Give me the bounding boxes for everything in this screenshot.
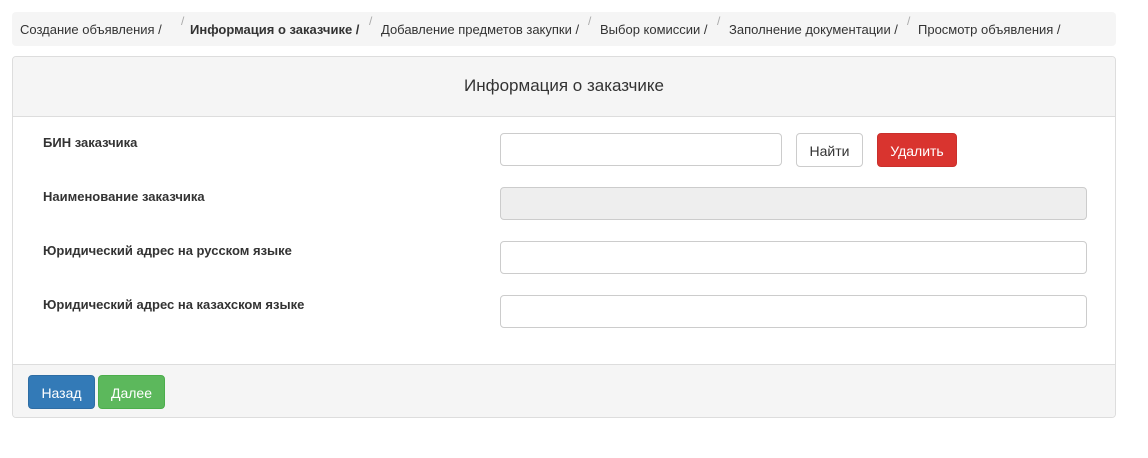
bin-label: БИН заказчика — [43, 135, 138, 150]
address-kz-label: Юридический адрес на казахском языке — [43, 297, 305, 312]
back-button[interactable]: Назад — [28, 375, 95, 409]
find-button[interactable]: Найти — [796, 133, 863, 167]
breadcrumb-item-create-announcement[interactable]: Создание объявления / — [20, 22, 162, 37]
address-ru-label: Юридический адрес на русском языке — [43, 243, 292, 258]
breadcrumb-item-preview[interactable]: Просмотр объявления / — [918, 22, 1061, 37]
breadcrumb-separator: / — [907, 14, 911, 28]
customer-info-panel: Информация о заказчике БИН заказчика Най… — [12, 56, 1116, 418]
panel-footer: Назад Далее — [13, 364, 1115, 417]
address-ru-input[interactable] — [500, 241, 1087, 274]
breadcrumb-separator: / — [181, 14, 185, 28]
panel-title: Информация о заказчике — [13, 57, 1115, 117]
breadcrumb: Создание объявления / / Информация о зак… — [12, 12, 1116, 46]
delete-button[interactable]: Удалить — [877, 133, 957, 167]
breadcrumb-separator: / — [588, 14, 592, 28]
breadcrumb-item-commission[interactable]: Выбор комиссии / — [600, 22, 708, 37]
bin-input[interactable] — [500, 133, 782, 166]
breadcrumb-item-documentation[interactable]: Заполнение документации / — [729, 22, 898, 37]
address-kz-input[interactable] — [500, 295, 1087, 328]
next-button[interactable]: Далее — [98, 375, 165, 409]
customer-name-input — [500, 187, 1087, 220]
customer-name-label: Наименование заказчика — [43, 189, 205, 204]
breadcrumb-item-customer-info[interactable]: Информация о заказчике / — [190, 22, 359, 37]
breadcrumb-separator: / — [717, 14, 721, 28]
breadcrumb-separator: / — [369, 14, 373, 28]
breadcrumb-item-add-items[interactable]: Добавление предметов закупки / — [381, 22, 579, 37]
